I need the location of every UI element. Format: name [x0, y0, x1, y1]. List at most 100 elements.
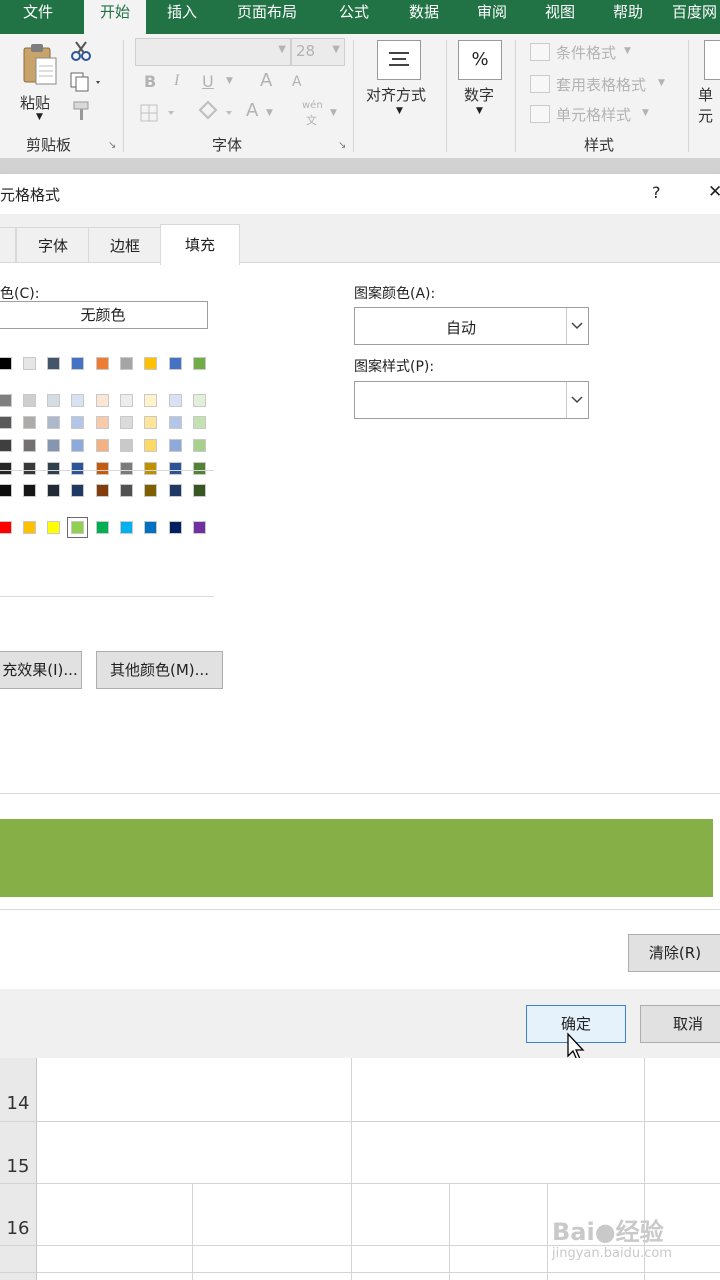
grow-font-button[interactable]: A [260, 70, 272, 91]
cells-button-icon[interactable] [704, 40, 720, 80]
tab-review[interactable]: 审阅 [464, 0, 520, 34]
cut-icon[interactable] [70, 40, 92, 62]
color-swatch[interactable] [193, 416, 206, 429]
phonetic-bottom[interactable]: 文 [306, 112, 317, 128]
color-swatch[interactable] [0, 439, 12, 452]
color-swatch[interactable] [0, 416, 12, 429]
color-swatch[interactable] [71, 462, 84, 475]
tab-home[interactable]: 开始 [84, 0, 146, 34]
color-swatch[interactable] [96, 462, 109, 475]
color-swatch[interactable] [96, 521, 109, 534]
color-swatch[interactable] [120, 394, 133, 407]
color-swatch[interactable] [169, 462, 182, 475]
color-swatch[interactable] [47, 357, 60, 370]
color-swatch[interactable] [0, 484, 12, 497]
color-swatch[interactable] [144, 357, 157, 370]
color-swatch[interactable] [169, 484, 182, 497]
color-swatch[interactable] [47, 484, 60, 497]
color-swatch[interactable] [0, 394, 12, 407]
color-swatch[interactable] [193, 394, 206, 407]
cell-styles-button[interactable]: 单元格样式 ▼ [530, 102, 680, 124]
paste-button[interactable]: 粘贴 ▼ [16, 40, 62, 122]
fill-color-icon[interactable] [196, 100, 236, 122]
font-launcher-icon[interactable]: ↘ [338, 140, 346, 151]
tab-font[interactable]: 字体 [16, 227, 90, 264]
color-swatch[interactable] [120, 357, 133, 370]
tab-fill[interactable]: 填充 [160, 224, 240, 265]
worksheet-grid[interactable]: 14 15 16 Bai●经验 jingyan.baidu.com [0, 1058, 720, 1280]
color-swatch[interactable] [23, 439, 36, 452]
underline-button[interactable]: U [202, 72, 214, 91]
color-swatch[interactable] [144, 416, 157, 429]
color-swatch[interactable] [0, 357, 12, 370]
format-as-table-button[interactable]: 套用表格格式 ▼ [530, 72, 680, 94]
color-swatch[interactable] [169, 357, 182, 370]
font-color-button[interactable]: A [246, 100, 258, 121]
color-swatch[interactable] [23, 521, 36, 534]
row-header-14[interactable]: 14 [0, 1058, 37, 1122]
fill-effects-button[interactable]: 充效果(I)... [0, 651, 82, 689]
pattern-style-dropdown-arrow[interactable] [566, 382, 588, 418]
color-swatch[interactable] [144, 521, 157, 534]
color-swatch[interactable] [120, 416, 133, 429]
underline-dropdown-icon[interactable]: ▼ [226, 76, 233, 86]
color-swatch[interactable] [47, 416, 60, 429]
color-swatch[interactable] [144, 484, 157, 497]
shrink-font-button[interactable]: A [292, 74, 302, 90]
phonetic-dropdown-icon[interactable]: ▼ [330, 108, 337, 118]
color-swatch[interactable] [193, 439, 206, 452]
tab-page-layout[interactable]: 页面布局 [224, 0, 310, 34]
color-swatch[interactable] [169, 416, 182, 429]
color-swatch[interactable] [96, 357, 109, 370]
tab-view[interactable]: 视图 [532, 0, 588, 34]
row-header-15[interactable]: 15 [0, 1122, 37, 1184]
tab-data[interactable]: 数据 [396, 0, 452, 34]
color-swatch[interactable] [0, 521, 12, 534]
tab-border[interactable]: 边框 [88, 227, 162, 264]
no-color-button[interactable]: 无颜色 [0, 301, 208, 329]
color-swatch[interactable] [47, 521, 60, 534]
color-swatch[interactable] [144, 394, 157, 407]
more-colors-button[interactable]: 其他颜色(M)... [96, 651, 223, 689]
color-swatch[interactable] [71, 357, 84, 370]
color-swatch[interactable] [47, 462, 60, 475]
color-swatch[interactable] [120, 462, 133, 475]
number-format-button[interactable]: % [458, 40, 502, 80]
font-color-dropdown-icon[interactable]: ▼ [266, 108, 273, 118]
font-name-combo[interactable]: ▼ [135, 38, 291, 66]
color-swatch[interactable] [71, 394, 84, 407]
alignment-dropdown-icon[interactable]: ▼ [396, 106, 403, 116]
color-swatch[interactable] [169, 439, 182, 452]
color-swatch[interactable] [71, 439, 84, 452]
borders-icon[interactable] [140, 104, 180, 122]
color-swatch[interactable] [0, 462, 12, 475]
tab-formulas[interactable]: 公式 [326, 0, 382, 34]
color-swatch[interactable] [120, 484, 133, 497]
color-swatch[interactable] [169, 394, 182, 407]
pattern-color-dropdown[interactable]: 自动 [354, 307, 589, 345]
tab-file[interactable]: 文件 [10, 0, 66, 34]
italic-button[interactable]: I [174, 72, 179, 90]
bold-button[interactable]: B [144, 72, 156, 91]
color-swatch[interactable] [120, 521, 133, 534]
pattern-style-dropdown[interactable] [354, 381, 589, 419]
color-swatch[interactable] [23, 416, 36, 429]
color-swatch[interactable] [23, 462, 36, 475]
color-swatch[interactable] [169, 521, 182, 534]
color-swatch[interactable] [144, 439, 157, 452]
pattern-color-dropdown-arrow[interactable] [566, 308, 588, 344]
color-swatch[interactable] [193, 357, 206, 370]
color-swatch[interactable] [47, 394, 60, 407]
clipboard-launcher-icon[interactable]: ↘ [108, 140, 116, 151]
color-swatch[interactable] [23, 357, 36, 370]
format-painter-icon[interactable] [72, 100, 94, 122]
tab-previous-cutoff[interactable] [0, 227, 16, 264]
color-swatch[interactable] [23, 484, 36, 497]
close-icon[interactable]: ✕ [708, 182, 720, 202]
color-swatch[interactable] [120, 439, 133, 452]
color-swatch[interactable] [144, 462, 157, 475]
color-swatch[interactable] [193, 462, 206, 475]
font-size-combo[interactable]: 28 ▼ [291, 38, 345, 66]
alignment-button[interactable] [377, 40, 421, 80]
color-swatch[interactable] [96, 394, 109, 407]
